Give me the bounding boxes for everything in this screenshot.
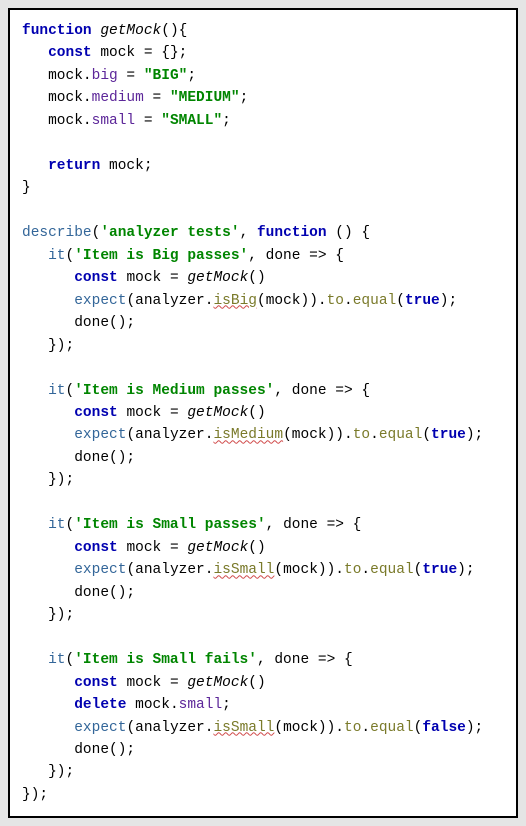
method-ismedium: isMedium — [213, 427, 283, 443]
code-block: function getMock(){ const mock = {}; moc… — [8, 8, 518, 818]
keyword-delete: delete — [74, 697, 126, 713]
code-content: function getMock(){ const mock = {}; moc… — [22, 20, 504, 806]
describe-title: 'analyzer tests' — [100, 225, 239, 241]
keyword-return: return — [48, 158, 100, 174]
method-isbig: isBig — [213, 293, 257, 309]
fn-describe: describe — [22, 225, 92, 241]
fn-it: it — [48, 248, 65, 264]
keyword-function: function — [22, 23, 92, 39]
fn-getmock: getMock — [100, 23, 161, 39]
test-2-title: 'Item is Medium passes' — [74, 383, 274, 399]
test-4-title: 'Item is Small fails' — [74, 652, 257, 668]
test-3-title: 'Item is Small passes' — [74, 517, 265, 533]
keyword-const: const — [48, 45, 92, 61]
method-issmall: isSmall — [213, 562, 274, 578]
test-1-title: 'Item is Big passes' — [74, 248, 248, 264]
